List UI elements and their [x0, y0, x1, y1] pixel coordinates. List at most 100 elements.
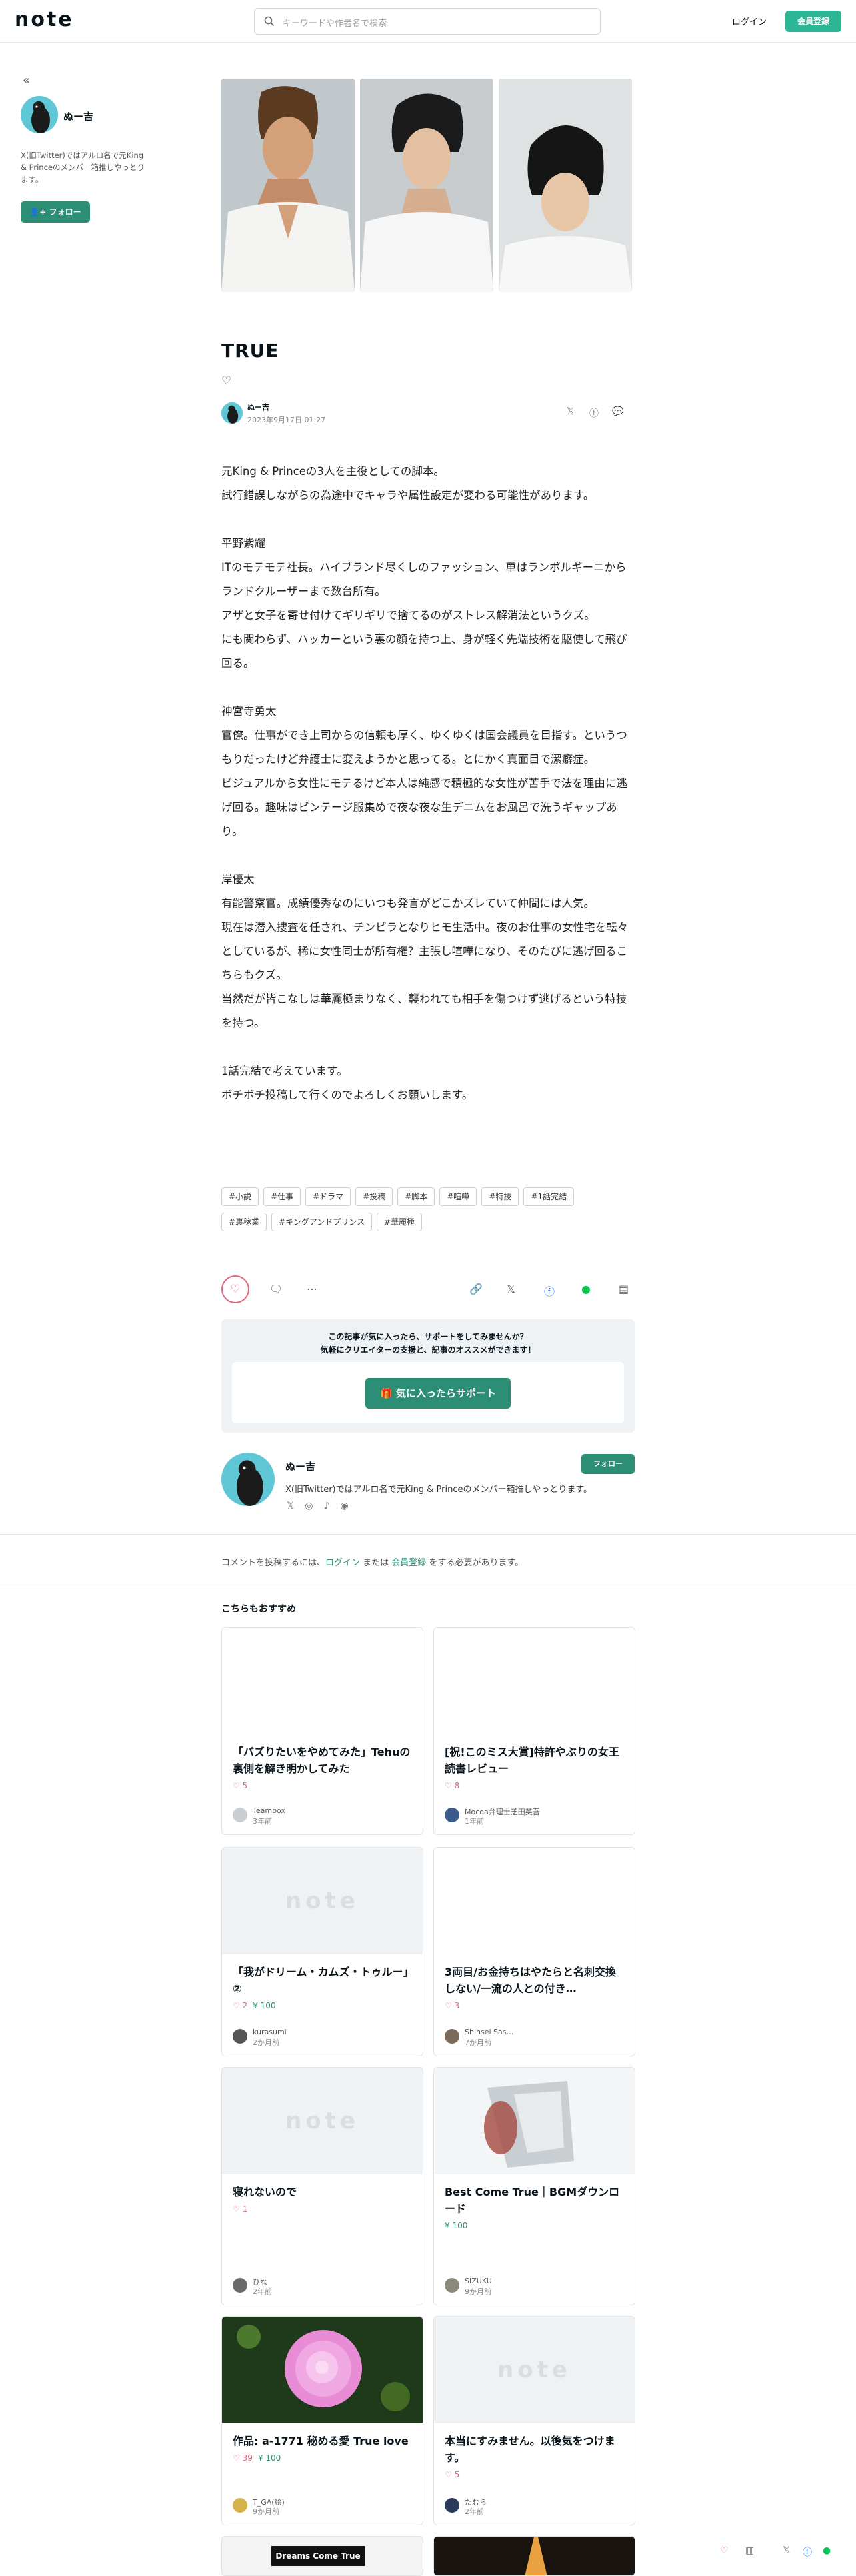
note-logo[interactable]: note	[15, 8, 74, 31]
hashtag[interactable]: #喧嘩	[439, 1187, 477, 1206]
card-time: 3年前	[253, 1817, 272, 1826]
hashtag[interactable]: #特技	[481, 1187, 519, 1206]
heart-icon: ♡	[233, 2204, 243, 2214]
recommend-card[interactable]: note 本当にすみません。以後気をつけます。 ♡ 5 たむら 2年前	[433, 2316, 635, 2525]
card-title: [祝!このミス大賞]特許やぶりの女王 読書レビュー	[445, 1746, 624, 1775]
card-stats: ♡ 5	[233, 1781, 412, 1790]
body-paragraph: 当然だが皆こなしは華麗極まりなく、襲われても相手を傷つけず逃げるという特技を持つ…	[221, 993, 627, 1029]
recommend-card[interactable]: note 「我がドリーム・カムズ・トゥルー」② ♡ 2 ¥ 100 kurasum…	[221, 1847, 423, 2056]
support-inner-panel: 🎁 気に入ったらサポート	[232, 1362, 624, 1423]
body-paragraph: 試行錯誤しながらの為途中でキャラや属性設定が変わる可能性があります。	[221, 489, 595, 502]
floating-like-icon[interactable]: ♡	[720, 2545, 729, 2556]
support-message: この記事が気に入ったら、サポートをしてみませんか？ 気軽にクリエイターの支援と、…	[221, 1330, 635, 1357]
article-body: 元King & Princeの3人を主役としての脚本。 試行錯誤しながらの為途中…	[221, 460, 633, 1107]
author-avatar	[445, 1808, 459, 1822]
hashtag[interactable]: #裏稼業	[221, 1213, 267, 1231]
card-stats: ♡ 8	[445, 1781, 624, 1790]
author-name[interactable]: ぬー吉	[63, 109, 93, 123]
author-avatar	[233, 2278, 247, 2293]
comment-icon[interactable]: 🗨	[269, 1283, 283, 1295]
signup-button[interactable]: 会員登録	[785, 11, 841, 32]
heart-icon: ♡	[445, 1781, 455, 1790]
recommend-card[interactable]: Dreams Come True	[221, 2536, 423, 2576]
search-input[interactable]: キーワードや作者名で検索	[254, 8, 601, 35]
facebook-share-icon[interactable]: ⓕ	[589, 406, 599, 420]
card-title: 「バズりたいをやめてみた」Tehuの裏側を解き明かしてみた	[233, 1746, 411, 1775]
card-time: 2年前	[465, 2507, 484, 2516]
comment-login-link[interactable]: ログイン	[325, 1558, 360, 1568]
card-time: 9か月前	[465, 2287, 491, 2296]
profile-follow-button[interactable]: フォロー	[581, 1454, 635, 1474]
meta-author-name[interactable]: ぬー吉	[247, 402, 269, 412]
support-button[interactable]: 🎁 気に入ったらサポート	[365, 1378, 511, 1409]
rss-link-icon[interactable]: ◉	[340, 1501, 348, 1511]
comment-login-note: コメントを投稿するには、ログイン または 会員登録 をする必要があります。	[221, 1555, 523, 1568]
profile-name[interactable]: ぬー吉	[285, 1459, 315, 1473]
floating-facebook-icon[interactable]: ⓕ	[803, 2545, 812, 2559]
floating-x-icon[interactable]: 𝕏	[783, 2545, 790, 2556]
collapse-sidebar-icon[interactable]: «	[23, 73, 30, 87]
hashtag[interactable]: #ドラマ	[305, 1187, 351, 1206]
card-stats: ♡ 5	[445, 2470, 624, 2479]
recommend-card[interactable]: [祝!このミス大賞]特許やぶりの女王 読書レビュー ♡ 8 Mocoa弁理士芝田…	[433, 1627, 635, 1835]
publish-date: 2023年9月17日 01:27	[247, 416, 326, 424]
floating-magazine-icon[interactable]: ▥	[745, 2545, 754, 2556]
comment-note-text: コメントを投稿するには、	[221, 1558, 326, 1568]
hashtag[interactable]: #1話完結	[523, 1187, 575, 1206]
recommend-card[interactable]: Best Come True｜BGMダウンロード ¥ 100 SIZUKU 9か月…	[433, 2067, 635, 2305]
hero-photo-1	[221, 79, 355, 292]
meta-author-avatar[interactable]	[221, 402, 243, 424]
recommend-card[interactable]: 3両目/お金持ちはやたらと名刺交換しない/一流の人との付き… ♡ 3 Shins…	[433, 1847, 635, 2056]
hashtag[interactable]: #脚本	[397, 1187, 435, 1206]
hashtag[interactable]: #華麗極	[377, 1213, 423, 1231]
sidebar-follow-button[interactable]: 👤+ フォロー	[21, 201, 90, 223]
comment-signup-link[interactable]: 会員登録	[391, 1558, 426, 1568]
embed-icon[interactable]: ▤	[619, 1283, 629, 1295]
recommend-heading: こちらもおすすめ	[221, 1604, 296, 1614]
tiktok-link-icon[interactable]: ♪	[324, 1501, 330, 1511]
recommend-card[interactable]	[433, 2536, 635, 2576]
author-avatar[interactable]	[21, 96, 58, 133]
tower-image	[434, 2537, 635, 2575]
more-options-icon[interactable]: ⋯	[307, 1283, 317, 1295]
price: ¥ 100	[253, 2001, 276, 2010]
like-heart-icon[interactable]: ♡	[221, 374, 231, 388]
body-paragraph: ビジュアルから女性にモテるけど本人は純感で積極的な女性が苦手で法を理由に逃げ回る…	[221, 777, 627, 838]
x-link-icon[interactable]: 𝕏	[287, 1501, 294, 1511]
author-avatar	[445, 2278, 459, 2293]
card-author-name: Shinsei Sas…	[465, 2028, 514, 2036]
floating-line-icon[interactable]: ●	[823, 2545, 831, 2556]
card-stats: ♡ 39 ¥ 100	[233, 2453, 412, 2463]
search-icon	[264, 16, 275, 27]
recommend-card[interactable]: note 寝れないので ♡ 1 ひな 2年前	[221, 2067, 423, 2305]
like-button[interactable]: ♡	[221, 1275, 249, 1303]
card-author-name: SIZUKU	[465, 2277, 492, 2285]
instagram-link-icon[interactable]: ◎	[305, 1501, 313, 1511]
line-share-icon[interactable]: ●	[581, 1283, 591, 1295]
body-paragraph	[221, 844, 633, 868]
body-paragraph: ITのモテモテ社長。ハイブランド尽くしのファッション、車はランボルギーニからラン…	[221, 561, 627, 598]
hashtag[interactable]: #小説	[221, 1187, 259, 1206]
recommend-card[interactable]: 「バズりたいをやめてみた」Tehuの裏側を解き明かしてみた ♡ 5 Teambo…	[221, 1627, 423, 1835]
body-paragraph: 平野紫耀	[221, 537, 265, 550]
recommend-card[interactable]: 作品: a-1771 秘める愛 True love ♡ 39 ¥ 100 T_GA…	[221, 2316, 423, 2525]
body-paragraph: 岸優太	[221, 873, 255, 886]
article-title: TRUE	[221, 340, 279, 362]
copy-link-icon[interactable]: 🔗	[469, 1283, 483, 1295]
body-paragraph: 有能警察官。成績優秀なのにいつも発言がどこかズレていて仲間には人気。	[221, 897, 595, 910]
login-link[interactable]: ログイン	[732, 15, 767, 27]
facebook-share-icon[interactable]: ⓕ	[544, 1283, 555, 1299]
heart-icon: ♡	[233, 1781, 243, 1790]
profile-avatar[interactable]	[221, 1453, 275, 1506]
x-share-icon[interactable]: 𝕏	[507, 1283, 515, 1295]
hashtag[interactable]: #投稿	[355, 1187, 393, 1206]
hashtag[interactable]: #キングアンドプリンス	[271, 1213, 373, 1231]
card-thumbnail	[434, 1628, 635, 1734]
card-thumbnail	[222, 1628, 423, 1734]
line-share-icon[interactable]: 💬	[612, 406, 623, 417]
hashtag[interactable]: #仕事	[263, 1187, 301, 1206]
support-message-line: 気軽にクリエイターの支援と、記事のオススメができます！	[320, 1345, 536, 1355]
card-stats: ♡ 3	[445, 2001, 624, 2010]
x-share-icon[interactable]: 𝕏	[567, 406, 574, 417]
price: ¥ 100	[445, 2221, 468, 2230]
